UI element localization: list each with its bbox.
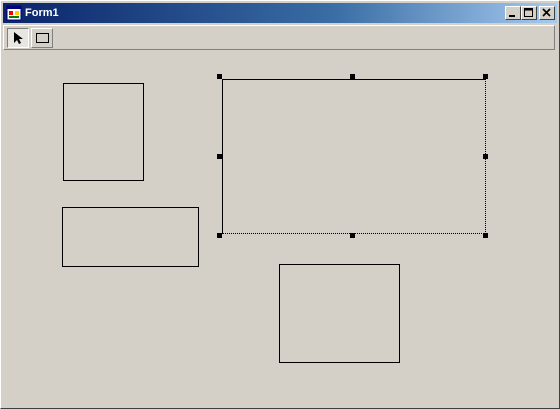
minimize-icon	[509, 15, 515, 17]
rectangle-shape[interactable]	[62, 207, 199, 267]
pointer-arrow-icon	[14, 32, 23, 44]
rectangle-shape[interactable]	[63, 83, 144, 181]
resize-handle-bottom[interactable]	[350, 233, 355, 238]
resize-handle-top-right[interactable]	[483, 74, 488, 79]
toolbar	[3, 25, 555, 50]
resize-handle-bottom-right[interactable]	[483, 233, 488, 238]
window-title: Form1	[25, 7, 59, 19]
form-app-icon[interactable]	[6, 5, 22, 21]
resize-handle-right[interactable]	[483, 154, 488, 159]
rectangle-shape[interactable]	[279, 264, 400, 363]
resize-handle-left[interactable]	[217, 154, 222, 159]
maximize-button[interactable]	[521, 6, 537, 20]
main-window: Form1	[0, 0, 560, 409]
title-bar[interactable]: Form1	[3, 3, 557, 23]
resize-handle-bottom-left[interactable]	[217, 233, 222, 238]
drawing-canvas[interactable]	[3, 51, 557, 406]
rectangle-icon	[36, 33, 49, 43]
pointer-tool-button[interactable]	[7, 28, 29, 48]
close-icon	[542, 8, 551, 17]
maximize-icon	[524, 8, 533, 17]
resize-handle-top-left[interactable]	[217, 74, 222, 79]
rectangle-tool-button[interactable]	[31, 28, 53, 48]
resize-handle-top[interactable]	[350, 74, 355, 79]
selected-rectangle-shape[interactable]	[222, 79, 486, 234]
close-button[interactable]	[539, 6, 555, 20]
minimize-button[interactable]	[505, 6, 521, 20]
